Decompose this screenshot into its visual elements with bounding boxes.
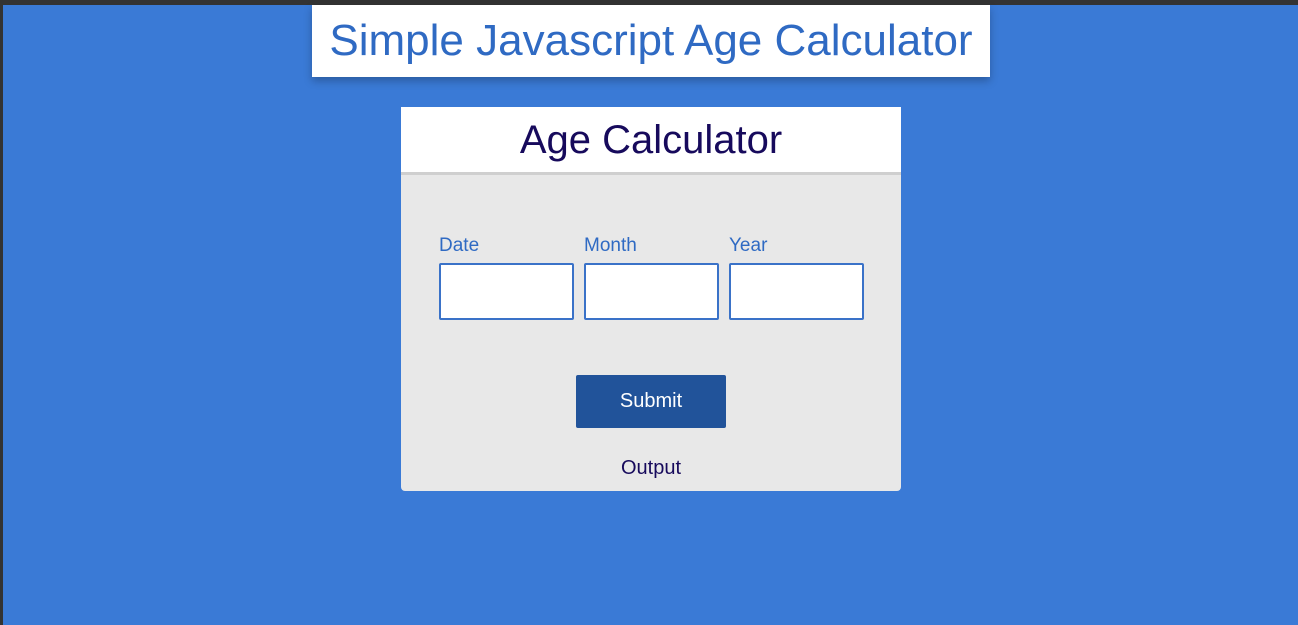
output-text: Output — [620, 457, 682, 479]
date-field-group: Date — [439, 233, 574, 320]
date-label: Date — [439, 235, 480, 256]
month-input[interactable] — [584, 263, 719, 320]
year-label: Year — [729, 235, 768, 256]
date-fields: Date Month Year — [439, 233, 864, 320]
year-field-group: Year — [729, 233, 864, 320]
submit-button[interactable]: Submit — [576, 375, 726, 428]
page-title: Simple Javascript Age Calculator — [329, 16, 973, 65]
page-title-box: Simple Javascript Age Calculator — [312, 5, 990, 77]
year-input[interactable] — [729, 263, 864, 320]
date-input[interactable] — [439, 263, 574, 320]
month-field-group: Month — [584, 233, 719, 320]
card-header: Age Calculator — [401, 107, 901, 175]
card-title: Age Calculator — [519, 117, 783, 162]
month-label: Month — [584, 235, 637, 256]
age-calculator-card: Age Calculator Date Month Year Submit Ou… — [401, 107, 901, 491]
